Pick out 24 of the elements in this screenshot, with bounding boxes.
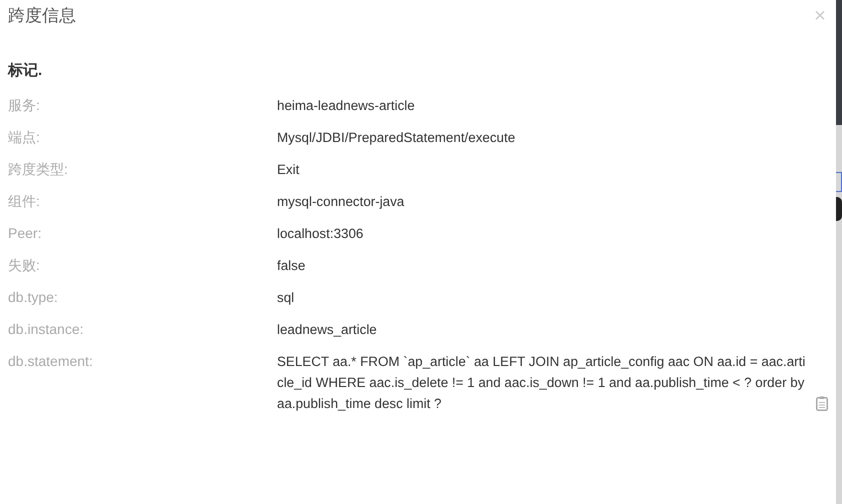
field-label: 组件: [8,193,41,210]
field-label: 失败: [8,257,41,274]
field-label: 跨度类型: [8,161,69,178]
field-value: false [277,257,306,275]
field-label: db.statement: [8,353,94,370]
rounded-shape-icon [836,197,842,221]
field-label: 端点: [8,129,41,146]
field-value: sql [277,289,294,307]
dialog-title: 跨度信息 [8,5,76,27]
field-value: localhost:3306 [277,225,364,243]
field-value: heima-leadnews-article [277,97,415,115]
field-value: Exit [277,161,300,179]
field-value: SELECT aa.* FROM `ap_article` aa LEFT JOIN ap_article_config aac ON aa.id = aac.article_id WHERE aac.is_delete != 1 and aac.is_down != 1 and aa.publish_time < ? order by aa.publish_time desc limit ? [277,353,806,413]
field-label: db.type: [8,289,59,306]
section-title: 标记. [8,61,44,81]
bracket-icon [836,172,842,192]
field-value: leadnews_article [277,321,377,339]
close-button[interactable]: × [812,6,828,26]
field-label: Peer: [8,225,42,242]
field-value: Mysql/JDBI/PreparedStatement/execute [277,129,516,147]
clipboard-icon[interactable] [816,396,828,411]
field-label: db.instance: [8,321,84,338]
field-label: 服务: [8,97,41,114]
field-value: mysql-connector-java [277,193,404,211]
